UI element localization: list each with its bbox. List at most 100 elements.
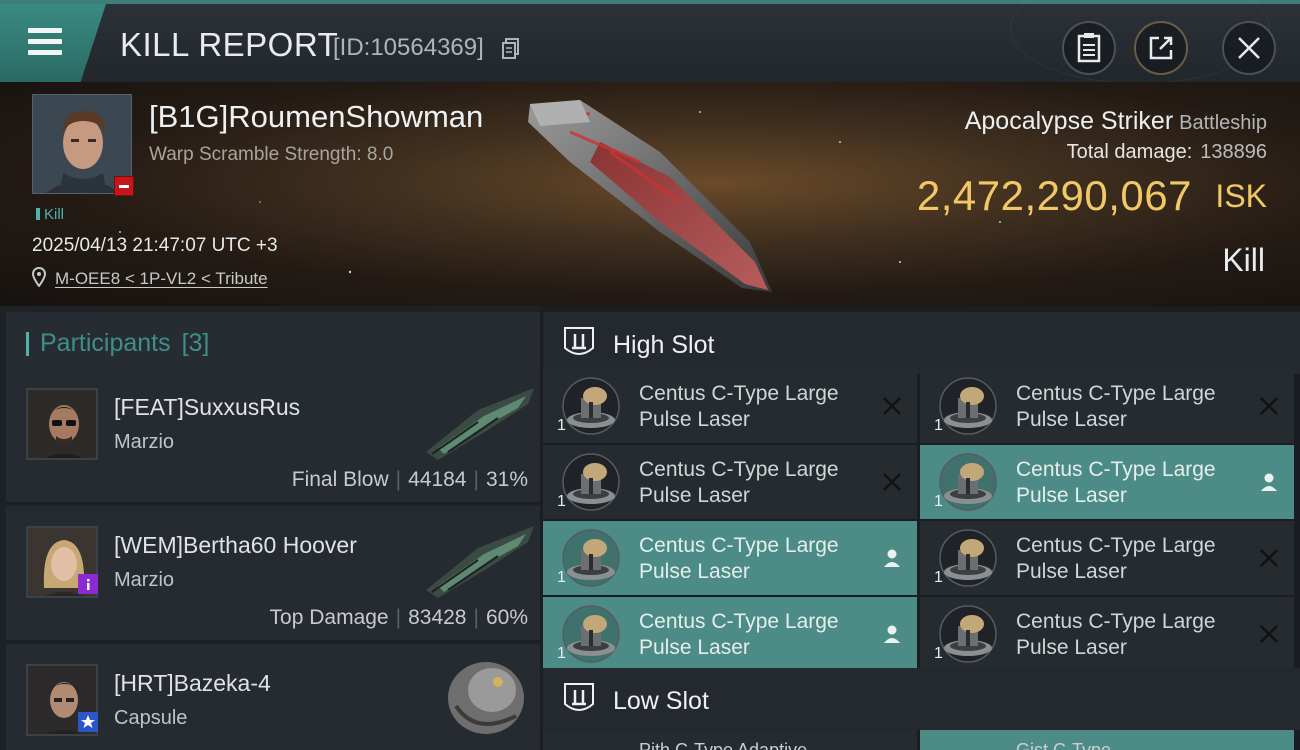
low-slot-module-partial[interactable]: Pith C-Type Adaptive	[543, 730, 917, 750]
kill-tag: Kill	[36, 206, 64, 223]
report-id: [ID:10564369]	[333, 34, 484, 61]
participants-count: [3]	[181, 329, 210, 357]
copy-icon[interactable]	[502, 38, 520, 60]
corp-role-badge-icon	[78, 574, 98, 594]
participant-role: Top Damage	[269, 606, 389, 629]
pulse-laser-icon	[936, 452, 1000, 512]
total-damage-label: Total damage:	[1066, 141, 1193, 163]
pulse-laser-icon	[936, 376, 1000, 436]
destroyed-status-icon	[1258, 547, 1280, 569]
participants-label: Participants	[40, 329, 171, 357]
location-pin-icon	[32, 267, 46, 287]
kill-datetime: 2025/04/13 21:47:07 UTC +3	[32, 235, 278, 256]
pulse-laser-icon	[559, 376, 623, 436]
module-quantity: 1	[934, 493, 943, 510]
participant-percent: 60%	[485, 606, 528, 629]
participant-role: Final Blow	[291, 468, 389, 491]
module-item[interactable]: 1 Centus C-Type Large Pulse Laser	[920, 521, 1294, 595]
partial-module-name: Pith C-Type Adaptive	[639, 740, 808, 750]
participants-panel: Participants [3] [FEAT]SuxxusRus Marzio …	[0, 306, 540, 750]
module-quantity: 1	[557, 645, 566, 662]
participant-percent: 31%	[485, 468, 528, 491]
module-item[interactable]: 1 Centus C-Type Large Pulse Laser	[920, 445, 1294, 519]
high-slot-header: High Slot	[543, 312, 1300, 374]
share-icon	[1149, 36, 1173, 60]
clipboard-button[interactable]	[1062, 21, 1116, 75]
participant-row[interactable]: [HRT]Bazeka-4 Capsule	[6, 644, 540, 750]
top-bar: KILL REPORT [ID:10564369]	[0, 0, 1300, 84]
low-slot-module-partial[interactable]: Gist C-Type...	[920, 730, 1294, 750]
dropped-status-icon	[881, 623, 903, 645]
destroyed-status-icon	[881, 395, 903, 417]
close-icon	[1238, 37, 1260, 59]
menu-button[interactable]	[0, 4, 106, 82]
fitting-panel: High Slot 1 Centus C-Type Large Pulse Lase…	[543, 306, 1300, 750]
module-item[interactable]: 1 Centus C-Type Large Pulse Laser	[543, 597, 917, 671]
victim-ship-image	[528, 100, 772, 292]
module-quantity: 1	[557, 417, 566, 434]
pulse-laser-icon	[559, 528, 623, 588]
isk-value: 2,472,290,067	[916, 172, 1192, 219]
star-badge-icon	[78, 712, 98, 732]
participant-ship: Marzio	[114, 431, 175, 453]
module-quantity: 1	[934, 645, 943, 662]
participant-damage: 83428	[408, 606, 467, 629]
location-link[interactable]: M-OEE8 < 1P-VL2 < Tribute	[55, 269, 268, 289]
pulse-laser-icon	[936, 604, 1000, 664]
module-item[interactable]: 1 Centus C-Type Large Pulse Laser	[543, 445, 917, 519]
module-name: Centus C-Type Large Pulse Laser	[639, 610, 839, 659]
isk-unit: ISK	[1215, 178, 1267, 214]
ship-class: Battleship	[1179, 112, 1267, 134]
destroyed-status-icon	[1258, 623, 1280, 645]
hamburger-menu-icon	[28, 28, 62, 56]
module-name: Centus C-Type Large Pulse Laser	[1016, 382, 1216, 431]
participant-ship: Capsule	[114, 707, 188, 729]
participants-header: Participants [3]	[6, 312, 540, 370]
module-quantity: 1	[557, 493, 566, 510]
victim-name[interactable]: [B1G]RoumenShowman	[149, 99, 483, 135]
module-name: Centus C-Type Large Pulse Laser	[1016, 458, 1216, 507]
result-label: Kill	[1222, 242, 1265, 278]
clipboard-icon	[1077, 33, 1101, 63]
participant-ship: Marzio	[114, 569, 175, 591]
module-item[interactable]: 1 Centus C-Type Large Pulse Laser	[920, 369, 1294, 443]
participant-row[interactable]: [WEM]Bertha60 Hoover Marzio Top Damage | 8…	[6, 506, 540, 642]
participant-name[interactable]: [WEM]Bertha60 Hoover	[114, 532, 357, 559]
pulse-laser-icon	[559, 604, 623, 664]
participant-portrait-image	[28, 390, 96, 458]
destroyed-status-icon	[1258, 395, 1280, 417]
participant-ship-image	[426, 388, 534, 460]
ship-name-text[interactable]: Apocalypse Striker	[965, 107, 1173, 135]
low-slot-label: Low Slot	[613, 687, 709, 715]
module-name: Centus C-Type Large Pulse Laser	[639, 458, 839, 507]
module-name: Centus C-Type Large Pulse Laser	[1016, 534, 1216, 583]
module-item[interactable]: 1 Centus C-Type Large Pulse Laser	[543, 521, 917, 595]
destroyed-status-icon	[881, 471, 903, 493]
participant-ship-image	[426, 526, 534, 598]
status-badge	[114, 176, 134, 196]
module-item[interactable]: 1 Centus C-Type Large Pulse Laser	[543, 369, 917, 443]
pulse-laser-icon	[559, 452, 623, 512]
total-damage-value: 138896	[1200, 141, 1267, 163]
pulse-laser-icon	[936, 528, 1000, 588]
module-quantity: 1	[557, 569, 566, 586]
module-quantity: 1	[934, 569, 943, 586]
participant-name[interactable]: [HRT]Bazeka-4	[114, 670, 271, 697]
victim-ship-name: Apocalypse Striker Battleship	[965, 107, 1267, 136]
low-slot-header: Low Slot	[543, 668, 1300, 730]
victim-banner: [B1G]RoumenShowman Warp Scramble Strengt…	[0, 82, 1300, 306]
low-slot-icon	[564, 683, 594, 711]
participant-damage: 44184	[408, 468, 467, 491]
module-name: Centus C-Type Large Pulse Laser	[639, 382, 839, 431]
participant-row[interactable]: [FEAT]SuxxusRus Marzio Final Blow | 44184 |…	[6, 368, 540, 504]
module-name: Centus C-Type Large Pulse Laser	[639, 534, 839, 583]
close-button[interactable]	[1222, 21, 1276, 75]
warp-scramble-text: Warp Scramble Strength: 8.0	[149, 144, 394, 165]
module-item[interactable]: 1 Centus C-Type Large Pulse Laser	[920, 597, 1294, 671]
high-slot-icon	[564, 327, 594, 355]
partial-module-name: Gist C-Type...	[1016, 740, 1127, 750]
participant-avatar[interactable]	[26, 388, 98, 460]
participant-name[interactable]: [FEAT]SuxxusRus	[114, 394, 300, 421]
dropped-status-icon	[1258, 471, 1280, 493]
share-button[interactable]	[1134, 21, 1188, 75]
